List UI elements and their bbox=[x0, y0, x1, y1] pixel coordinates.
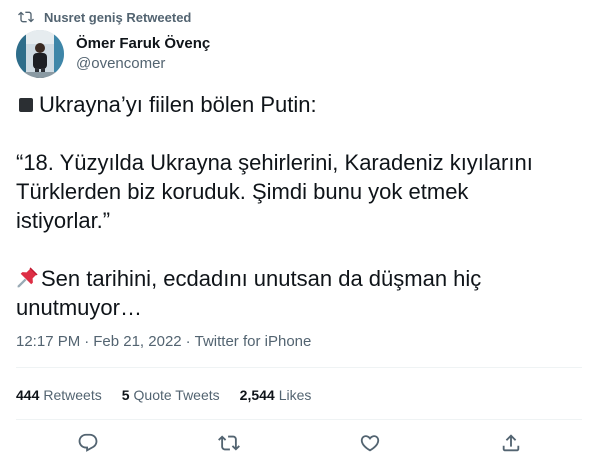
tweet-quote-line-2: Türklerden biz koruduk. Şimdi bunu yok e… bbox=[16, 179, 469, 204]
tweet-quote-line-1: “18. Yüzyılda Ukrayna şehirlerini, Karad… bbox=[16, 150, 533, 175]
reply-button[interactable] bbox=[76, 433, 100, 457]
tweet-quote-line-3: istiyorlar.” bbox=[16, 208, 111, 233]
tweet-text: Ukrayna’yı fiilen bölen Putin: “18. Yüzy… bbox=[16, 90, 576, 322]
quote-tweets-stat[interactable]: 5 Quote Tweets bbox=[122, 385, 220, 405]
divider bbox=[16, 367, 582, 368]
tweet-closing-line-1: Sen tarihini, ecdadını unutsan da düşman… bbox=[16, 264, 576, 293]
quote-tweets-label: Quote Tweets bbox=[133, 387, 220, 403]
quote-tweets-count: 5 bbox=[121, 387, 130, 403]
tweet-author[interactable]: Ömer Faruk Övenç @ovencomer bbox=[16, 30, 210, 78]
author-display-name[interactable]: Ömer Faruk Övenç bbox=[76, 34, 210, 54]
tweet-line-1: Ukrayna’yı fiilen bölen Putin: bbox=[16, 90, 576, 119]
meta-separator: · bbox=[84, 333, 90, 350]
likes-count: 2,544 bbox=[239, 387, 275, 403]
tweet-time[interactable]: 12:17 PM bbox=[16, 332, 80, 352]
pushpin-icon bbox=[16, 265, 40, 289]
tweet-date[interactable]: Feb 21, 2022 bbox=[93, 332, 181, 352]
retweets-label: Retweets bbox=[43, 387, 102, 403]
retweets-stat[interactable]: 444 Retweets bbox=[16, 385, 102, 405]
author-handle[interactable]: @ovencomer bbox=[76, 54, 210, 74]
like-button[interactable] bbox=[358, 433, 382, 457]
retweets-count: 444 bbox=[16, 387, 40, 403]
retweet-icon bbox=[218, 432, 240, 459]
share-icon bbox=[500, 432, 522, 459]
tweet-closing-line-1-text: Sen tarihini, ecdadını unutsan da düşman… bbox=[41, 266, 482, 291]
likes-label: Likes bbox=[278, 387, 312, 403]
tweet-actions bbox=[16, 433, 582, 457]
author-names: Ömer Faruk Övenç @ovencomer bbox=[76, 34, 210, 74]
retweet-icon bbox=[18, 9, 34, 25]
black-small-square-icon bbox=[19, 98, 33, 113]
divider bbox=[16, 419, 582, 420]
likes-stat[interactable]: 2,544 Likes bbox=[240, 385, 312, 405]
retweet-context-text: Nusret geniş Retweeted bbox=[44, 9, 192, 25]
like-icon bbox=[359, 432, 381, 459]
tweet-closing-line-2: unutmuyor… bbox=[16, 295, 142, 320]
tweet-meta: 12:17 PM · Feb 21, 2022 · Twitter for iP… bbox=[16, 332, 311, 352]
retweet-context[interactable]: Nusret geniş Retweeted bbox=[18, 8, 191, 26]
share-button[interactable] bbox=[499, 433, 523, 457]
tweet-source[interactable]: Twitter for iPhone bbox=[195, 332, 312, 352]
retweet-button[interactable] bbox=[217, 433, 241, 457]
reply-icon bbox=[77, 432, 99, 459]
meta-separator: · bbox=[185, 333, 191, 350]
tweet-stats: 444 Retweets 5 Quote Tweets 2,544 Likes bbox=[16, 385, 331, 405]
avatar[interactable] bbox=[16, 30, 64, 78]
tweet-line-1-text: Ukrayna’yı fiilen bölen Putin: bbox=[39, 92, 317, 117]
